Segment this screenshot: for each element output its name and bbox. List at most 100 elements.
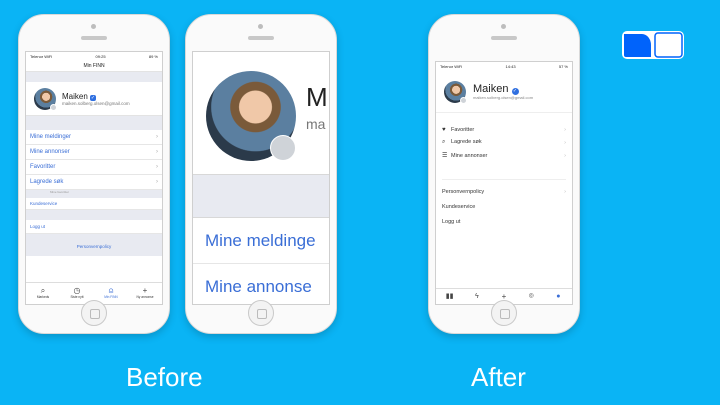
menu-item-favorites[interactable]: ♥ Favoritter ›: [436, 123, 572, 136]
chevron-right-icon: ›: [156, 164, 158, 170]
chevron-right-icon: ›: [564, 152, 566, 159]
logout-button[interactable]: Logg ut: [436, 214, 572, 229]
avatar[interactable]: [206, 71, 296, 161]
list-icon: ☰: [442, 153, 448, 159]
menu-item-saved-searches[interactable]: Lagrede søk ›: [26, 175, 162, 190]
phone-camera: [91, 24, 96, 29]
menu-item-ads[interactable]: Mine annonser ›: [26, 145, 162, 160]
tab-label: Min FINN: [104, 295, 118, 299]
clock-icon: ◷: [73, 286, 81, 295]
profile-name: M: [306, 82, 328, 112]
finn-logo-icon: [622, 31, 684, 59]
avatar[interactable]: [34, 87, 57, 111]
plus-icon: +: [142, 286, 148, 295]
menu-item-label: Mine meldinge: [205, 230, 316, 250]
phone-camera: [501, 24, 506, 29]
privacy-policy-link[interactable]: Personvernpolicy ›: [436, 184, 572, 199]
tab-label: Siste nytt: [70, 295, 84, 299]
carrier-label: Telenor WiFi: [440, 64, 463, 69]
section-label: Mine favoritter: [26, 190, 162, 198]
tab-news[interactable]: ϟ: [463, 289, 490, 304]
verified-icon: ✓: [511, 88, 519, 95]
phone-speaker: [248, 36, 274, 40]
menu-item-ads[interactable]: ☰ Mine annonser ›: [436, 149, 572, 162]
zoom-screen: M ma Mine meldinge Mine annonse: [192, 51, 330, 305]
section-spacer: [26, 210, 162, 220]
logout-label: Logg ut: [30, 224, 46, 229]
profile-email: maiken.solberg.olsen@gmail.com: [473, 95, 534, 100]
menu-item-label: Mine annonser: [451, 153, 488, 159]
clock-label: 14:43: [505, 64, 516, 69]
after-caption: After: [471, 362, 526, 392]
menu-item-ads[interactable]: Mine annonse: [193, 264, 329, 304]
after-phone: Telenor WiFi 14:43 57 % Maiken ✓ maiken.…: [428, 14, 580, 334]
menu-item-label: Favoritter: [451, 126, 475, 133]
menu-item-label: Lagrede søk: [30, 179, 64, 185]
tab-new-ad[interactable]: + Ny annonse: [128, 283, 162, 304]
tab-market[interactable]: ⌕ Markeds: [26, 283, 60, 304]
tab-label: Ny annonse: [136, 295, 154, 299]
home-button[interactable]: [491, 300, 517, 326]
menu-item-label: Logg ut: [442, 218, 461, 225]
avatar[interactable]: [444, 80, 467, 104]
camera-icon[interactable]: [270, 135, 296, 161]
chevron-right-icon: ›: [156, 179, 158, 185]
tab-profile[interactable]: ●: [545, 289, 572, 304]
user-icon: ⍝: [108, 286, 114, 295]
chevron-right-icon: ›: [564, 188, 566, 195]
zoom-phone: M ma Mine meldinge Mine annonse: [185, 14, 337, 334]
camera-icon[interactable]: [460, 96, 467, 104]
user-icon: ●: [556, 293, 561, 300]
section-spacer: [193, 174, 329, 218]
chevron-right-icon: ›: [564, 139, 566, 146]
camera-icon[interactable]: [50, 103, 57, 111]
clock-label: 09:25: [95, 54, 106, 59]
status-bar: Telenor WiFi 14:43 57 %: [436, 62, 572, 71]
chevron-right-icon: ›: [156, 134, 158, 140]
home-button[interactable]: [248, 300, 274, 326]
menu-item-favorites[interactable]: Favoritter ›: [26, 160, 162, 175]
phone-camera: [258, 24, 263, 29]
section-spacer: [26, 116, 162, 130]
heart-icon: ♥: [442, 126, 446, 133]
menu-item-messages[interactable]: Mine meldinger ›: [26, 130, 162, 145]
profile-email: ma: [306, 116, 326, 132]
tab-label: Markeds: [36, 295, 50, 299]
profile-header: Maiken ✓ maiken.solberg.olsen@gmail.com: [26, 82, 162, 116]
tab-messages[interactable]: ◎: [518, 289, 545, 304]
search-icon: ⌕: [40, 286, 46, 295]
menu-item-label: Mine meldinger: [30, 134, 72, 140]
grid-icon: ▮▮: [445, 293, 454, 300]
menu-item-label: Lagrede søk: [451, 139, 482, 145]
before-caption: Before: [126, 362, 203, 392]
menu-item-label: Mine annonse: [205, 276, 312, 296]
carrier-label: Telenor WiFi: [30, 54, 53, 59]
before-screen: Telenor WiFi 09:25 89 % Min FINN Maiken …: [25, 51, 163, 305]
page-title: Min FINN: [26, 61, 162, 72]
profile-email: maiken.solberg.olsen@gmail.com: [62, 100, 130, 106]
menu-item-label: Personvernpolicy: [442, 188, 485, 195]
menu-item-label: Favoritter: [30, 164, 56, 170]
menu-item-messages[interactable]: Mine meldinge: [193, 218, 329, 264]
after-screen: Telenor WiFi 14:43 57 % Maiken ✓ maiken.…: [435, 61, 573, 305]
menu-item-label: Kundeservice: [442, 203, 476, 210]
phone-speaker: [491, 36, 517, 40]
tab-market[interactable]: ▮▮: [436, 289, 463, 304]
chevron-right-icon: ›: [564, 126, 566, 133]
bolt-icon: ϟ: [474, 293, 479, 300]
profile-name: Maiken: [473, 83, 509, 95]
chevron-right-icon: ›: [156, 149, 158, 155]
home-button[interactable]: [81, 300, 107, 326]
privacy-policy-link[interactable]: Personvernpolicy: [26, 234, 162, 256]
phone-speaker: [81, 36, 107, 40]
section-spacer: [26, 72, 162, 82]
logout-button[interactable]: Logg ut: [26, 220, 162, 234]
profile-header: Maiken ✓ maiken.solberg.olsen@gmail.com: [436, 71, 572, 113]
menu-item-label: Kundeservice: [30, 201, 58, 206]
chat-icon: ◎: [528, 293, 534, 299]
customer-service-link[interactable]: Kundeservice: [436, 199, 572, 214]
menu-item-saved-searches[interactable]: ⌕ Lagrede søk ›: [436, 136, 572, 149]
profile-name: Maiken: [62, 91, 88, 101]
menu-item-customer-service[interactable]: Kundeservice: [26, 198, 162, 210]
